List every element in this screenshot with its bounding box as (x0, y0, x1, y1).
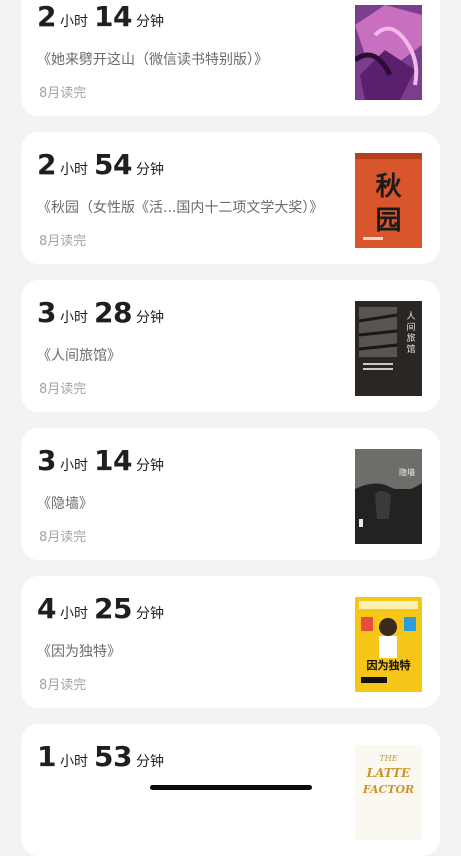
svg-text:旅: 旅 (406, 332, 415, 344)
svg-text:馆: 馆 (406, 343, 415, 355)
minutes-value: 54 (93, 148, 132, 181)
hours-unit: 小时 (59, 754, 88, 770)
reading-duration: 2 小时 14 分钟 (37, 0, 170, 40)
svg-text:秋: 秋 (375, 172, 402, 202)
hours-value: 1 (37, 740, 56, 773)
book-cover[interactable]: 隐墙 (355, 449, 422, 544)
book-title: 《人间旅馆》 (37, 348, 121, 364)
book-cover[interactable]: 因为独特 (355, 597, 422, 692)
finished-date: 8月读完 (39, 678, 87, 693)
finished-date: 8月读完 (39, 530, 87, 545)
minutes-value: 14 (93, 0, 132, 33)
minutes-unit: 分钟 (135, 606, 164, 622)
svg-text:园: 园 (375, 206, 401, 236)
svg-text:LATTE: LATTE (366, 766, 412, 780)
hours-unit: 小时 (59, 14, 88, 30)
hours-unit: 小时 (59, 606, 88, 622)
book-record-card[interactable]: 4 小时 25 分钟 《因为独特》 8月读完 因为独特 (21, 576, 440, 708)
book-record-card[interactable]: 3 小时 28 分钟 《人间旅馆》 8月读完 人 间 旅 馆 (21, 280, 440, 412)
reading-duration: 4 小时 25 分钟 (37, 592, 170, 632)
book-cover[interactable]: 秋 园 (355, 153, 422, 248)
reading-duration: 1 小时 53 分钟 (37, 740, 170, 780)
book-record-card[interactable]: 2 小时 14 分钟 《她来劈开这山（微信读书特别版）》 8月读完 (21, 0, 440, 116)
minutes-value: 25 (93, 592, 132, 625)
book-record-card[interactable]: 1 小时 53 分钟 THE LATTE FACTOR (21, 724, 440, 856)
minutes-unit: 分钟 (135, 162, 164, 178)
svg-text:因为独特: 因为独特 (367, 658, 411, 672)
book-cover[interactable] (355, 5, 422, 100)
book-record-card[interactable]: 2 小时 54 分钟 《秋园（女性版《活...国内十二项文学大奖）》 8月读完 … (21, 132, 440, 264)
svg-text:隐墙: 隐墙 (399, 467, 415, 477)
hours-unit: 小时 (59, 458, 88, 474)
book-record-card[interactable]: 3 小时 14 分钟 《隐墙》 8月读完 隐墙 (21, 428, 440, 560)
hours-unit: 小时 (59, 162, 88, 178)
hours-value: 3 (37, 296, 56, 329)
minutes-value: 28 (93, 296, 132, 329)
minutes-unit: 分钟 (135, 14, 164, 30)
book-cover[interactable]: THE LATTE FACTOR (355, 745, 422, 840)
book-title: 《她来劈开这山（微信读书特别版）》 (37, 52, 268, 68)
book-title: 《隐墙》 (37, 496, 93, 512)
svg-text:FACTOR: FACTOR (362, 783, 414, 796)
svg-text:间: 间 (406, 321, 415, 333)
minutes-unit: 分钟 (135, 310, 164, 326)
reading-duration: 2 小时 54 分钟 (37, 148, 170, 188)
home-indicator[interactable] (150, 785, 312, 790)
minutes-value: 14 (93, 444, 132, 477)
hours-unit: 小时 (59, 310, 88, 326)
minutes-value: 53 (93, 740, 132, 773)
hours-value: 4 (37, 592, 56, 625)
svg-text:人: 人 (406, 311, 415, 322)
hours-value: 3 (37, 444, 56, 477)
book-title: 《因为独特》 (37, 644, 121, 660)
hours-value: 2 (37, 0, 56, 33)
reading-duration: 3 小时 28 分钟 (37, 296, 170, 336)
minutes-unit: 分钟 (135, 754, 164, 770)
finished-date: 8月读完 (39, 86, 87, 101)
book-cover[interactable]: 人 间 旅 馆 (355, 301, 422, 396)
reading-duration: 3 小时 14 分钟 (37, 444, 170, 484)
finished-date: 8月读完 (39, 234, 87, 249)
hours-value: 2 (37, 148, 56, 181)
book-title: 《秋园（女性版《活...国内十二项文学大奖）》 (37, 200, 324, 216)
minutes-unit: 分钟 (135, 458, 164, 474)
finished-date: 8月读完 (39, 382, 87, 397)
svg-text:THE: THE (379, 754, 397, 763)
